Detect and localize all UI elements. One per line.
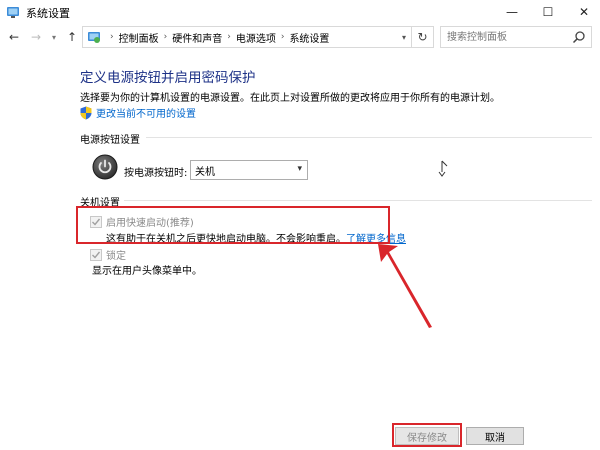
breadcrumb-system-settings[interactable]: 系统设置 [289, 30, 329, 45]
chevron-down-icon: ▾ [297, 164, 302, 174]
forward-button[interactable]: → [28, 28, 44, 46]
back-button[interactable]: ← [6, 28, 22, 46]
search-icon[interactable] [572, 30, 586, 44]
navigation-bar: ← → ▾ ↑ › 控制面板 › 硬件和声音 › 电源选项 › 系统设置 ▾ ↻ [0, 24, 600, 50]
select-value: 关机 [195, 166, 215, 178]
lock-option[interactable]: 锁定 [90, 247, 126, 262]
breadcrumb-separator[interactable]: › [227, 32, 231, 42]
breadcrumb-control-panel[interactable]: 控制面板 [119, 30, 159, 45]
lock-label: 锁定 [106, 251, 126, 262]
close-button[interactable]: ✕ [566, 0, 600, 24]
page-description: 选择要为你的计算机设置的电源设置。在此页上对设置所做的更改将应用于你所有的电源计… [80, 93, 500, 104]
section-divider [124, 200, 592, 201]
lock-description: 显示在用户头像菜单中。 [92, 266, 202, 277]
change-unavailable-settings-link[interactable]: 更改当前不可用的设置 [80, 105, 196, 120]
breadcrumb-hardware-sound[interactable]: 硬件和声音 [172, 30, 222, 45]
control-panel-icon [88, 32, 100, 43]
power-button-icon [92, 154, 118, 180]
refresh-button[interactable]: ↻ [412, 26, 434, 48]
uac-shield-icon [80, 106, 92, 119]
section-divider [146, 137, 592, 138]
search-box[interactable] [440, 26, 592, 48]
lock-checkbox[interactable] [90, 248, 102, 261]
search-input[interactable] [441, 27, 567, 47]
address-bar[interactable]: › 控制面板 › 硬件和声音 › 电源选项 › 系统设置 [82, 26, 412, 48]
window-title: 系统设置 [26, 7, 70, 20]
fast-startup-annotation-box [76, 206, 390, 244]
power-button-action-select[interactable]: 关机 ▾ [190, 160, 308, 180]
change-settings-link-text[interactable]: 更改当前不可用的设置 [96, 105, 196, 120]
recent-locations-button[interactable]: ▾ [46, 28, 62, 46]
cancel-button[interactable]: 取消 [466, 427, 524, 445]
up-button[interactable]: ↑ [64, 28, 80, 46]
breadcrumb-power-options[interactable]: 电源选项 [236, 30, 276, 45]
maximize-button[interactable]: ☐ [530, 0, 566, 24]
title-bar: 系统设置 — ☐ ✕ [0, 0, 600, 24]
checkmark-icon [92, 251, 101, 259]
save-button-annotation-box [392, 423, 462, 447]
breadcrumb-separator[interactable]: › [110, 32, 114, 42]
address-dropdown-button[interactable]: ▾ [396, 26, 412, 48]
page-title: 定义电源按钮并启用密码保护 [80, 70, 256, 86]
breadcrumb-separator[interactable]: › [164, 32, 168, 42]
control-panel-icon [7, 7, 19, 18]
power-button-action-label: 按电源按钮时: [124, 168, 188, 179]
power-button-section-label: 电源按钮设置 [80, 135, 140, 146]
minimize-button[interactable]: — [494, 0, 530, 24]
mouse-cursor-icon [438, 160, 448, 177]
breadcrumb-separator[interactable]: › [281, 32, 285, 42]
